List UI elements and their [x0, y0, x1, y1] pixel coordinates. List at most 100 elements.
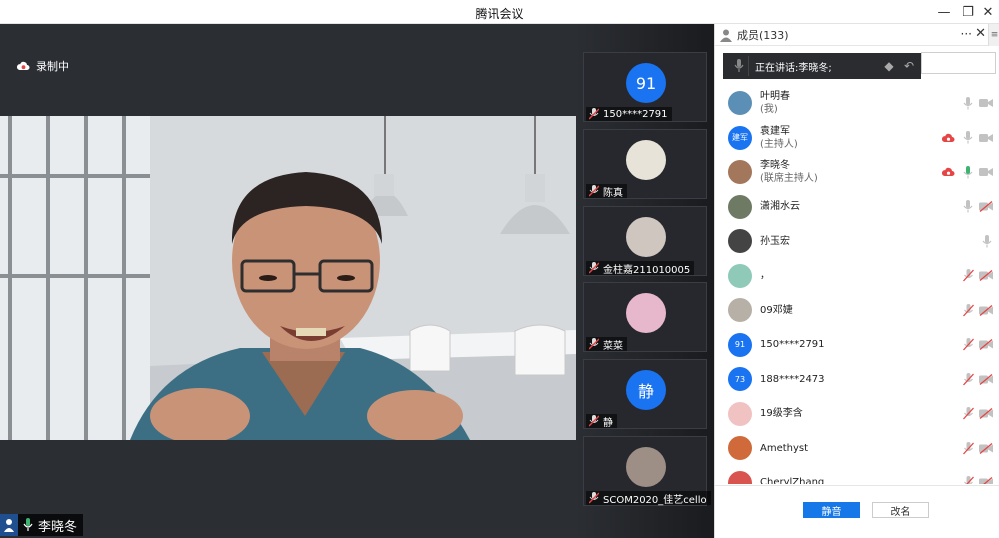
camera-off-icon[interactable] [979, 269, 993, 283]
recording-indicator: 录制中 [16, 58, 69, 74]
close-window-button[interactable]: ✕ [976, 2, 999, 22]
member-panel-title: 成员(133) [737, 28, 789, 42]
mic-muted-icon[interactable] [961, 407, 975, 421]
camera-off-icon[interactable] [979, 338, 993, 352]
participant-name-tag: 静 [586, 414, 617, 429]
mic-muted-icon[interactable] [961, 372, 975, 386]
camera-off-icon[interactable] [979, 476, 993, 484]
participant-thumbnail[interactable]: 陈真 [583, 129, 707, 199]
recording-icon [941, 165, 955, 179]
member-name: 叶明春 [760, 91, 790, 103]
participant-avatar: 静 [626, 370, 666, 410]
member-panel: 成员(133) ··· ✕ ≡ 正在讲话: 李晓冬; ◆ ↶ 叶明春 (我) 建军袁… [714, 24, 999, 538]
participant-name: 金柱嘉211010005 [603, 264, 691, 276]
main-video-stage: 录制中 李晓冬 [0, 24, 576, 538]
speaking-mic-icon [20, 516, 36, 534]
participant-name-tag: 150****2791 [586, 107, 672, 121]
muted-mic-icon [588, 492, 600, 504]
member-avatar [728, 91, 752, 116]
active-speaker-name: 李晓冬 [38, 519, 78, 535]
participant-name-tag: SCOM2020_佳艺cello [586, 491, 711, 506]
camera-icon[interactable] [979, 131, 993, 145]
mic-icon[interactable] [980, 234, 994, 248]
speaking-now-banner: 正在讲话: 李晓冬; ◆ ↶ [723, 53, 921, 79]
member-row[interactable]: 09邓婕 [715, 293, 999, 328]
member-avatar [728, 229, 752, 254]
camera-icon[interactable] [979, 96, 993, 110]
banner-mic-icon [729, 56, 749, 76]
mic-muted-icon[interactable] [961, 441, 975, 455]
speaking-name: 李晓冬; [798, 62, 832, 74]
mic-muted-icon[interactable] [961, 476, 975, 484]
member-avatar [728, 263, 752, 288]
participant-thumbnail[interactable]: SCOM2020_佳艺cello [583, 436, 711, 506]
member-row[interactable]: 叶明春 (我) [715, 86, 999, 121]
member-row[interactable]: 潇湘水云 [715, 190, 999, 225]
title-bar: 腾讯会议 — ❐ ✕ [0, 0, 999, 24]
mic-muted-icon[interactable] [961, 338, 975, 352]
mic-icon[interactable] [961, 200, 975, 214]
member-row[interactable]: 19级李含 [715, 397, 999, 432]
mic-speaking-icon[interactable] [961, 165, 975, 179]
member-panel-footer: 静音 改名 [715, 485, 999, 538]
member-name: 150****2791 [760, 339, 825, 351]
member-name: 孙玉宏 [760, 235, 790, 247]
member-avatar [728, 160, 752, 185]
member-search-input[interactable] [921, 52, 996, 74]
participant-name: 150****2791 [603, 108, 668, 120]
member-row[interactable]: 91 150****2791 [715, 328, 999, 363]
more-options-button[interactable]: ··· [961, 27, 972, 41]
mic-muted-icon[interactable] [961, 303, 975, 317]
participant-thumbnail[interactable]: 菜菜 [583, 282, 707, 352]
participant-name: 菜菜 [603, 340, 623, 352]
participant-avatar [626, 293, 666, 333]
mic-muted-icon[interactable] [961, 269, 975, 283]
camera-off-icon[interactable] [979, 372, 993, 386]
member-row[interactable]: 孙玉宏 [715, 224, 999, 259]
member-avatar [728, 194, 752, 219]
muted-mic-icon [588, 262, 600, 274]
camera-off-icon[interactable] [979, 441, 993, 455]
member-avatar [728, 401, 752, 426]
member-pin-icon[interactable] [0, 514, 18, 536]
banner-pin-icon[interactable]: ◆ [879, 55, 899, 77]
panel-collapse-handle[interactable]: ≡ [988, 24, 999, 46]
member-list: 叶明春 (我) 建军 袁建军 (主持人) 李晓冬 (联席主持人) 潇湘水云孙玉宏 ， 09邓婕 91… [715, 86, 999, 484]
member-row[interactable]: 73 188****2473 [715, 362, 999, 397]
member-name: 188****2473 [760, 373, 825, 385]
rename-button[interactable]: 改名 [872, 502, 929, 518]
participant-avatar: 91 [626, 63, 666, 103]
active-speaker-video[interactable] [0, 116, 576, 440]
participant-thumbnail[interactable]: 金柱嘉211010005 [583, 206, 707, 276]
camera-icon[interactable] [979, 165, 993, 179]
recording-icon [941, 131, 955, 145]
member-avatar: 91 [728, 332, 752, 357]
participant-thumbnail[interactable]: 91 150****2791 [583, 52, 707, 122]
participant-thumbnail-strip: 91 150****2791 陈真金柱嘉211010005 菜菜静静 SCOM2020_… [576, 24, 714, 538]
member-role: (联席主持人) [760, 173, 818, 185]
muted-mic-icon [588, 185, 600, 197]
mic-icon[interactable] [961, 131, 975, 145]
window-title: 腾讯会议 [475, 7, 524, 21]
participant-avatar [626, 447, 666, 487]
participant-name-tag: 菜菜 [586, 337, 627, 352]
camera-off-icon[interactable] [979, 407, 993, 421]
close-panel-button[interactable]: ✕ [975, 26, 986, 41]
member-avatar: 建军 [728, 125, 752, 150]
member-avatar: 73 [728, 367, 752, 392]
participant-name-tag: 金柱嘉211010005 [586, 261, 695, 276]
mic-icon[interactable] [961, 96, 975, 110]
member-row[interactable]: 李晓冬 (联席主持人) [715, 155, 999, 190]
camera-off-icon[interactable] [979, 200, 993, 214]
member-row[interactable]: 建军 袁建军 (主持人) [715, 121, 999, 156]
member-row[interactable]: ， [715, 259, 999, 294]
member-name: 09邓婕 [760, 304, 793, 316]
participant-thumbnail[interactable]: 静静 [583, 359, 707, 429]
mute-all-button[interactable]: 静音 [803, 502, 860, 518]
member-row[interactable]: CherylZhang [715, 466, 999, 484]
banner-return-icon[interactable]: ↶ [899, 55, 919, 77]
member-row[interactable]: Amethyst [715, 431, 999, 466]
minimize-button[interactable]: — [932, 2, 956, 22]
camera-off-icon[interactable] [979, 303, 993, 317]
speaking-prefix: 正在讲话: [755, 62, 799, 74]
